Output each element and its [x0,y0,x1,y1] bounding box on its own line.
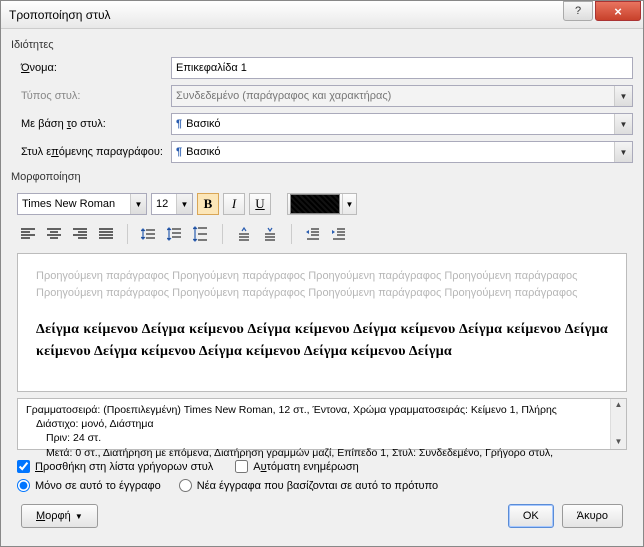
line-spacing-2-button[interactable] [190,223,212,245]
indent-decrease-button[interactable] [302,223,324,245]
formatting-group-label: Μορφοποίηση [11,171,633,183]
paragraph-toolbar [11,219,633,253]
scroll-down-icon[interactable]: ▼ [615,437,623,448]
font-size-combo[interactable]: 12 ▼ [151,193,193,215]
space-before-decrease-button[interactable] [259,223,281,245]
line-spacing-1-button[interactable] [138,223,160,245]
font-toolbar: Times New Roman ▼ 12 ▼ B I U ▼ [11,189,633,219]
only-this-document-radio[interactable]: Μόνο σε αυτό το έγγραφο [17,479,161,492]
align-left-button[interactable] [17,223,39,245]
based-on-value: Βασικό [186,118,220,130]
add-to-quick-styles-checkbox[interactable]: Προσθήκη στη λίστα γρήγορων στυλ [17,460,213,473]
titlebar: Τροποποίηση στυλ ? × [1,1,643,29]
previous-paragraph-sample: Προηγούμενη παράγραφος Προηγούμενη παράγ… [36,268,608,301]
format-button[interactable]: Μορφή ▼ [21,504,98,528]
properties-group-label: Ιδιότητες [11,39,633,51]
align-justify-button[interactable] [95,223,117,245]
chevron-down-icon[interactable]: ▼ [614,142,632,162]
name-label: Όνομα: [21,62,57,74]
align-center-button[interactable] [43,223,65,245]
scrollbar[interactable]: ▲▼ [610,399,626,449]
next-para-combo[interactable]: ¶ Βασικό ▼ [171,141,633,163]
italic-button[interactable]: I [223,193,245,215]
bold-button[interactable]: B [197,193,219,215]
modify-style-dialog: Τροποποίηση στυλ ? × Ιδιότητες Όνομα: Τύ… [0,0,644,547]
name-input[interactable] [171,57,633,79]
chevron-down-icon[interactable]: ▼ [130,194,146,214]
style-description: Γραμματοσειρά: (Προεπιλεγμένη) Times New… [17,398,627,450]
style-type-label: Τύπος στυλ: [11,90,171,102]
font-color-button[interactable]: ▼ [287,193,357,215]
style-type-value: Συνδεδεμένο (παράγραφος και χαρακτήρας) [176,90,391,102]
close-button[interactable]: × [595,1,641,21]
next-para-value: Βασικό [186,146,220,158]
based-on-label: Με βάση το στυλ: [21,118,106,130]
line-spacing-15-button[interactable] [164,223,186,245]
pilcrow-icon: ¶ [176,118,182,130]
chevron-down-icon[interactable]: ▼ [176,194,192,214]
next-para-label: Στυλ επόμενης παραγράφου: [21,146,163,158]
cancel-button[interactable]: Άκυρο [562,504,623,528]
chevron-down-icon: ▼ [614,86,632,106]
preview-pane: Προηγούμενη παράγραφος Προηγούμενη παράγ… [17,253,627,392]
pilcrow-icon: ¶ [176,146,182,158]
style-type-combo: Συνδεδεμένο (παράγραφος και χαρακτήρας) … [171,85,633,107]
dialog-title: Τροποποίηση στυλ [9,8,563,22]
chevron-down-icon[interactable]: ▼ [342,194,356,214]
scroll-up-icon[interactable]: ▲ [615,400,623,411]
font-family-combo[interactable]: Times New Roman ▼ [17,193,147,215]
sample-text: Δείγμα κείμενου Δείγμα κείμενου Δείγμα κ… [36,319,608,364]
new-documents-radio[interactable]: Νέα έγγραφα που βασίζονται σε αυτό το πρ… [179,479,438,492]
chevron-down-icon[interactable]: ▼ [614,114,632,134]
auto-update-checkbox[interactable]: Αυτόματη ενημέρωση [235,460,359,473]
ok-button[interactable]: OK [508,504,554,528]
space-before-increase-button[interactable] [233,223,255,245]
help-button[interactable]: ? [563,1,593,21]
based-on-combo[interactable]: ¶ Βασικό ▼ [171,113,633,135]
align-right-button[interactable] [69,223,91,245]
color-swatch-icon [290,194,340,214]
underline-button[interactable]: U [249,193,271,215]
chevron-down-icon: ▼ [75,512,83,521]
indent-increase-button[interactable] [328,223,350,245]
